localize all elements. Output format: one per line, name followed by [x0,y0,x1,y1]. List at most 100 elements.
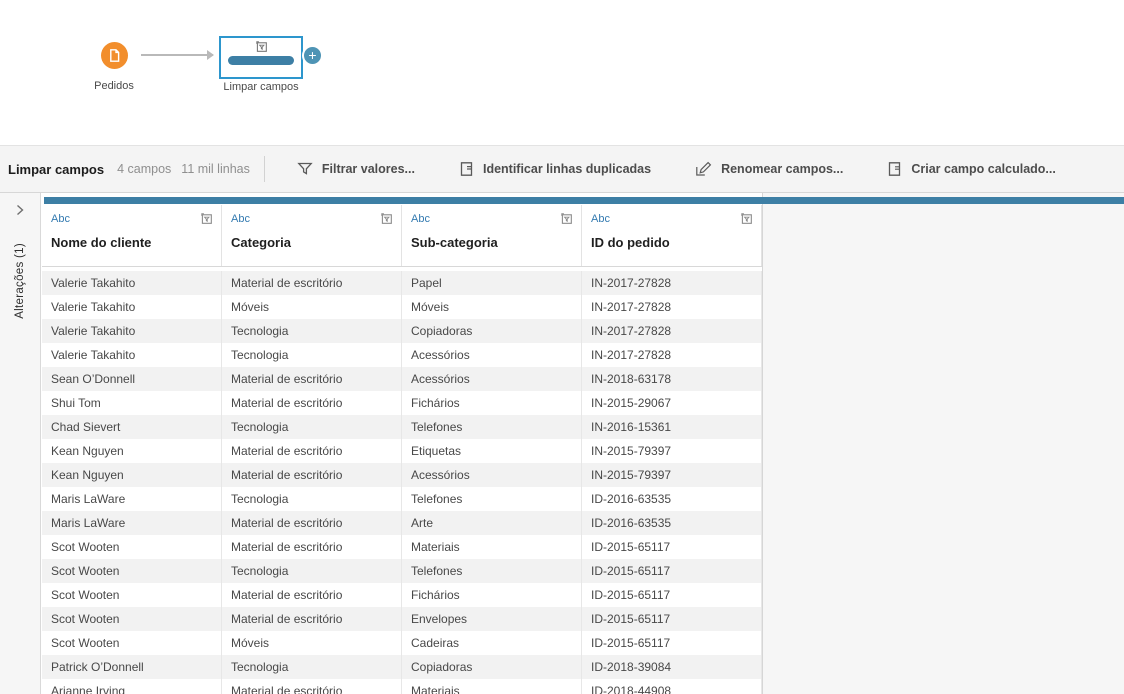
table-cell[interactable]: Tecnologia [222,559,402,583]
table-cell[interactable]: Acessórios [402,343,582,367]
table-cell[interactable]: Acessórios [402,463,582,487]
add-step-button[interactable]: + [302,45,323,66]
table-cell[interactable]: ID-2018-39084 [582,655,762,679]
table-cell[interactable]: IN-2015-79397 [582,439,762,463]
column-filter-icon[interactable] [560,212,573,225]
table-cell[interactable]: Patrick O’Donnell [42,655,222,679]
table-cell[interactable]: Acessórios [402,367,582,391]
table-row: Valerie TakahitoMaterial de escritórioPa… [42,271,762,295]
table-cell[interactable]: ID-2015-65117 [582,535,762,559]
table-cell[interactable]: Telefones [402,415,582,439]
table-cell[interactable]: Material de escritório [222,271,402,295]
table-cell[interactable]: IN-2015-29067 [582,391,762,415]
table-cell[interactable]: Maris LaWare [42,511,222,535]
table-cell[interactable]: Sean O’Donnell [42,367,222,391]
table-cell[interactable]: Valerie Takahito [42,319,222,343]
table-cell[interactable]: Material de escritório [222,367,402,391]
table-cell[interactable]: Scot Wooten [42,583,222,607]
table-cell[interactable]: Material de escritório [222,439,402,463]
table-cell[interactable]: Móveis [222,295,402,319]
table-cell[interactable]: Móveis [402,295,582,319]
table-cell[interactable]: Tecnologia [222,655,402,679]
field-type-label: Abc [231,213,250,225]
column-header-id-do-pedido[interactable]: Abc ID do pedido [582,205,762,266]
grid-empty-area [762,193,1124,694]
column-filter-icon[interactable] [200,212,213,225]
table-cell[interactable]: IN-2017-27828 [582,295,762,319]
table-cell[interactable]: Envelopes [402,607,582,631]
data-grid-pane: Abc Nome do cliente Abc [41,193,1124,694]
table-cell[interactable]: Copiadoras [402,319,582,343]
table-cell[interactable]: Chad Sievert [42,415,222,439]
table-cell[interactable]: Telefones [402,559,582,583]
table-cell[interactable]: Valerie Takahito [42,271,222,295]
table-cell[interactable]: IN-2016-15361 [582,415,762,439]
table-cell[interactable]: Móveis [222,631,402,655]
table-cell[interactable]: ID-2018-44908 [582,679,762,694]
table-cell[interactable]: Papel [402,271,582,295]
pencil-icon [695,161,712,177]
table-cell[interactable]: Etiquetas [402,439,582,463]
table-cell[interactable]: ID-2015-65117 [582,559,762,583]
table-cell[interactable]: Scot Wooten [42,535,222,559]
table-cell[interactable]: Scot Wooten [42,607,222,631]
table-cell[interactable]: Material de escritório [222,511,402,535]
table-cell[interactable]: ID-2016-63535 [582,487,762,511]
table-cell[interactable]: Fichários [402,583,582,607]
table-row: Chad SievertTecnologiaTelefonesIN-2016-1… [42,415,762,439]
table-cell[interactable]: Material de escritório [222,607,402,631]
table-rows: Valerie TakahitoMaterial de escritórioPa… [42,267,762,694]
table-cell[interactable]: Material de escritório [222,583,402,607]
create-calculated-field-button[interactable]: Criar campo calculado... [887,161,1056,177]
flow-node-pedidos[interactable] [101,42,128,69]
table-cell[interactable]: IN-2017-27828 [582,271,762,295]
table-cell[interactable]: Materiais [402,679,582,694]
column-filter-icon[interactable] [380,212,393,225]
chevron-right-icon[interactable] [14,203,26,217]
table-cell[interactable]: Kean Nguyen [42,439,222,463]
table-cell[interactable]: Valerie Takahito [42,295,222,319]
table-cell[interactable]: Material de escritório [222,535,402,559]
table-cell[interactable]: Arte [402,511,582,535]
table-cell[interactable]: Tecnologia [222,487,402,511]
table-cell[interactable]: ID-2015-65117 [582,583,762,607]
table-cell[interactable]: Cadeiras [402,631,582,655]
table-cell[interactable]: Telefones [402,487,582,511]
table-cell[interactable]: Scot Wooten [42,559,222,583]
table-cell[interactable]: Material de escritório [222,679,402,694]
table-cell[interactable]: Maris LaWare [42,487,222,511]
table-cell[interactable]: IN-2015-79397 [582,463,762,487]
table-row: Valerie TakahitoMóveisMóveisIN-2017-2782… [42,295,762,319]
column-header-categoria[interactable]: Abc Categoria [222,205,402,266]
changes-panel-label[interactable]: Alterações (1) [14,243,26,319]
table-cell[interactable]: ID-2015-65117 [582,607,762,631]
table-cell[interactable]: Material de escritório [222,391,402,415]
table-cell[interactable]: ID-2015-65117 [582,631,762,655]
table-cell[interactable]: Fichários [402,391,582,415]
flow-node-limpar-campos[interactable] [219,36,303,79]
filter-values-button[interactable]: Filtrar valores... [297,161,415,177]
table-cell[interactable]: Tecnologia [222,343,402,367]
table-cell[interactable]: Copiadoras [402,655,582,679]
table-cell[interactable]: Kean Nguyen [42,463,222,487]
table-cell[interactable]: Materiais [402,535,582,559]
table-cell[interactable]: Arianne Irving [42,679,222,694]
table-cell[interactable]: Shui Tom [42,391,222,415]
table-cell[interactable]: Scot Wooten [42,631,222,655]
horizontal-scrollbar[interactable] [44,197,1124,204]
main-area: Alterações (1) Abc [0,193,1124,694]
identify-duplicate-rows-label: Identificar linhas duplicadas [483,162,651,176]
rename-fields-button[interactable]: Renomear campos... [695,161,843,177]
column-header-nome-do-cliente[interactable]: Abc Nome do cliente [42,205,222,266]
column-header-sub-categoria[interactable]: Abc Sub-categoria [402,205,582,266]
table-cell[interactable]: ID-2016-63535 [582,511,762,535]
table-cell[interactable]: IN-2017-27828 [582,319,762,343]
table-cell[interactable]: Tecnologia [222,319,402,343]
table-cell[interactable]: Valerie Takahito [42,343,222,367]
identify-duplicate-rows-button[interactable]: Identificar linhas duplicadas [459,161,651,177]
table-cell[interactable]: Material de escritório [222,463,402,487]
table-cell[interactable]: IN-2017-27828 [582,343,762,367]
table-cell[interactable]: Tecnologia [222,415,402,439]
column-filter-icon[interactable] [740,212,753,225]
table-cell[interactable]: IN-2018-63178 [582,367,762,391]
